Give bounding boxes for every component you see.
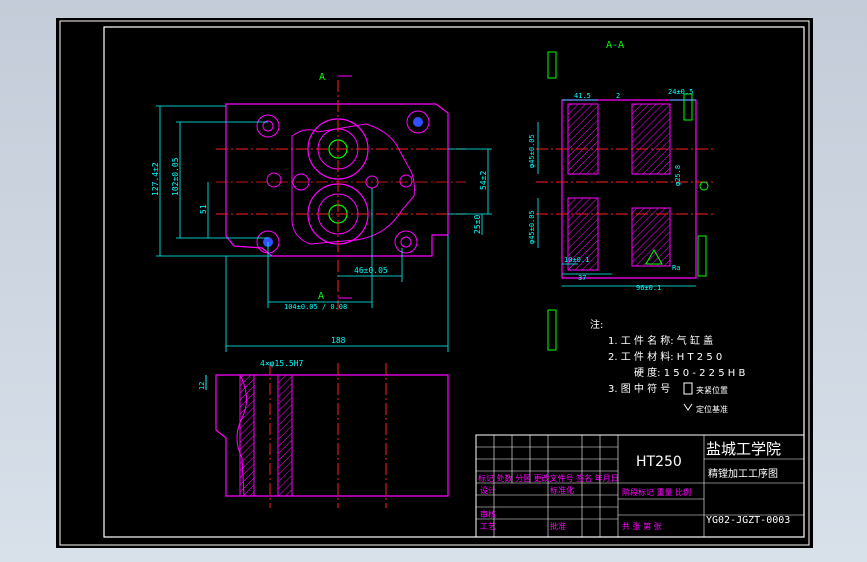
notes-line-1: 1. 工 件 名 称: 气 缸 盖 xyxy=(608,334,713,347)
sdim-24: 24±0.5 xyxy=(668,88,693,96)
bolt-hole-br xyxy=(394,230,418,254)
front-view xyxy=(216,75,466,310)
clamp-symbol-right xyxy=(683,93,693,121)
locate-legend-icon xyxy=(683,403,693,411)
drawing-svg: 127.4±2 102±0.05 51 54±2 25±0 46±0.05 10… xyxy=(59,20,810,546)
sdim-phi-top: φ45±0.05 xyxy=(528,134,536,168)
sdim-2: 2 xyxy=(616,92,620,100)
section-label-a-top: A xyxy=(319,72,325,83)
tb-review: 审核 xyxy=(480,509,496,519)
tb-standard: 标准化 xyxy=(550,485,574,495)
section-title: A-A xyxy=(606,40,624,51)
clamp-symbol-bottom xyxy=(547,309,557,351)
dim-188: 188 xyxy=(331,336,346,345)
sdim-ra: Ra xyxy=(672,264,680,272)
section-label-a-bottom: A xyxy=(318,291,324,302)
side-dim-gap: 12 xyxy=(198,382,206,390)
front-view-dim-text: 127.4±2 102±0.05 51 54±2 25±0 46±0.05 10… xyxy=(151,157,488,345)
dim-104: 104±0.05 / 0.08 xyxy=(284,303,347,311)
tb-process: 工艺 xyxy=(480,522,496,531)
sdim-phi-right: φ25.8 xyxy=(674,165,682,186)
bolt-hole-tr-fill xyxy=(413,117,423,127)
notes: 注: 1. 工 件 名 称: 气 缸 盖 2. 工 件 材 料: H T 2 5… xyxy=(590,318,745,414)
bolt-hole-tl xyxy=(256,114,280,138)
hatch-lower-right xyxy=(631,207,671,267)
tb-school: 盐城工学院 xyxy=(706,440,781,458)
small-hole-right-2 xyxy=(399,174,413,188)
dim-127: 127.4±2 xyxy=(151,162,160,196)
bolt-hole-br-inner xyxy=(400,236,412,248)
datum-circle xyxy=(699,181,709,191)
tb-material: HT250 xyxy=(636,454,682,470)
dim-102: 102±0.05 xyxy=(171,157,180,196)
sdim-41: 41.5 xyxy=(574,92,591,100)
bolt-hole-tl-inner xyxy=(262,120,274,132)
small-hole-left-1 xyxy=(266,172,282,188)
section-view: A-A xyxy=(536,40,716,351)
tb-drawing-no: YG02-JGZT-0003 xyxy=(706,515,790,526)
notes-line-4: 3. 图 中 符 号 xyxy=(608,382,670,395)
tb-drawing-title: 精镗加工工序图 xyxy=(708,467,778,480)
locate-legend-label: 定位基准 xyxy=(696,404,728,414)
cad-viewport: 127.4±2 102±0.05 51 54±2 25±0 46±0.05 10… xyxy=(0,0,867,562)
front-view-dims xyxy=(156,105,492,352)
clamp-legend-label: 夹紧位置 xyxy=(696,385,728,395)
notes-line-3: 硬 度: 1 5 0 - 2 2 5 H B xyxy=(634,366,745,379)
drawing-sheet: 127.4±2 102±0.05 51 54±2 25±0 46±0.05 10… xyxy=(56,18,813,548)
hatch-upper-right xyxy=(631,103,671,175)
locate-symbol-right xyxy=(697,235,707,277)
side-hatch-right xyxy=(277,374,293,497)
notes-heading: 注: xyxy=(590,318,603,331)
dim-46: 46±0.05 xyxy=(354,266,388,275)
clamp-legend-icon xyxy=(683,382,693,395)
side-view: 12 4×φ15.5H7 xyxy=(198,359,449,508)
sdim-96: 96±0.1 xyxy=(636,284,661,292)
inner-frame xyxy=(103,26,805,538)
outer-frame xyxy=(59,20,810,546)
dim-54: 54±2 xyxy=(479,171,488,190)
title-block: HT250 盐城工学院 精镗加工工序图 YG02-JGZT-0003 标记 处数… xyxy=(475,434,805,538)
side-dim-holes: 4×φ15.5H7 xyxy=(260,359,304,368)
tb-approve: 批准 xyxy=(550,521,566,531)
clamp-symbol-top xyxy=(547,51,557,79)
tb-rev-header: 标记 处数 分区 更改文件号 签名 年月日 xyxy=(478,473,619,483)
tb-stage: 阶段标记 重量 比例 xyxy=(622,487,691,497)
sdim-37: 37 xyxy=(578,274,586,282)
front-view-outline xyxy=(225,103,449,257)
hatch-upper-left xyxy=(567,103,599,175)
side-hatch-left xyxy=(239,374,255,497)
sdim-phi-bot: φ45±0.05 xyxy=(528,210,536,244)
sdim-10: 10±0.1 xyxy=(564,256,589,264)
tb-sheets: 共 张 第 张 xyxy=(622,521,662,531)
dim-25: 25±0 xyxy=(473,215,482,234)
notes-line-2: 2. 工 件 材 料: H T 2 5 0 xyxy=(608,350,722,363)
tb-design: 设计 xyxy=(480,485,496,495)
dim-51: 51 xyxy=(199,204,208,214)
